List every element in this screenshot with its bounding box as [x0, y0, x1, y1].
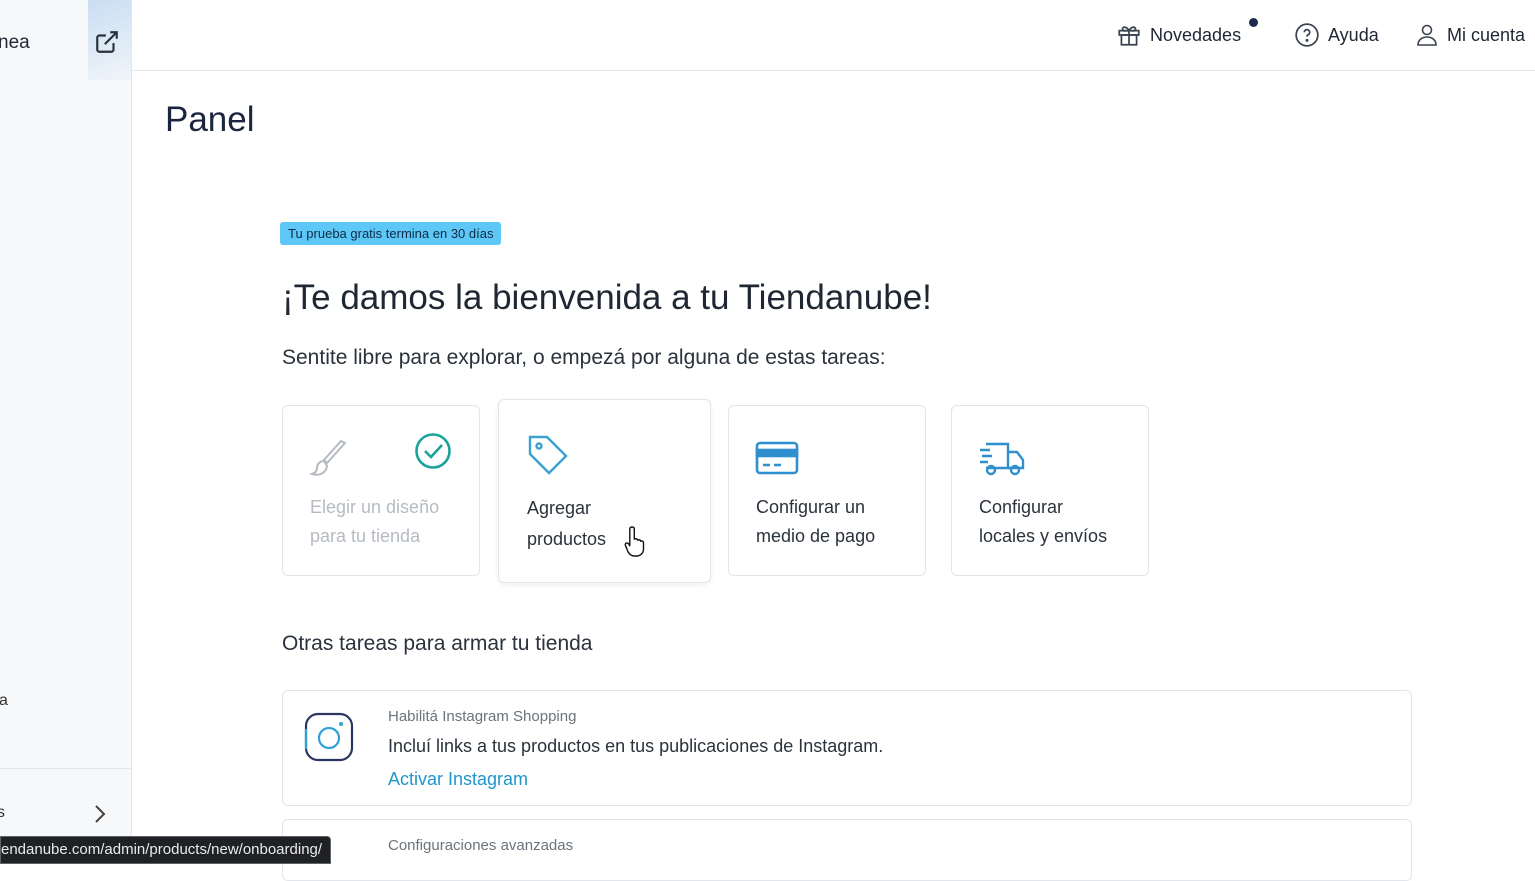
task-card-payment[interactable]: Configurar un medio de pago [728, 405, 926, 576]
tag-icon [528, 435, 568, 475]
sidebar-item-partial[interactable]: a [0, 692, 8, 710]
chevron-right-icon[interactable] [92, 804, 108, 824]
task-title: Habilitá Instagram Shopping [388, 708, 577, 725]
sidebar-divider [0, 768, 131, 769]
novedades-label: Novedades [1150, 24, 1242, 45]
task-description: Incluí links a tus productos en tus publ… [388, 736, 884, 756]
check-circle-icon [415, 433, 451, 469]
sidebar-item-bottom[interactable]: s [0, 804, 5, 822]
help-icon [1295, 23, 1319, 47]
task-advanced-settings[interactable]: Configuraciones avanzadas [282, 819, 1412, 881]
user-icon [1417, 24, 1437, 46]
instagram-icon [304, 712, 354, 762]
card-label: Configurar locales y envíos [979, 493, 1107, 551]
notification-dot [1249, 18, 1258, 27]
account-button[interactable]: Mi cuenta [1415, 22, 1525, 48]
help-label: Ayuda [1328, 24, 1379, 45]
paintbrush-icon [309, 439, 347, 476]
card-label-line2: medio de pago [756, 526, 876, 546]
welcome-subtitle: Sentite libre para explorar, o empezá po… [282, 346, 886, 369]
hand-cursor-icon [624, 526, 645, 557]
account-label: Mi cuenta [1447, 24, 1526, 45]
novedades-button[interactable]: Novedades [1116, 22, 1241, 48]
sidebar: nea a s [0, 0, 132, 864]
gift-icon [1118, 26, 1140, 46]
card-label-line1: Agregar [527, 498, 592, 518]
other-tasks-heading: Otras tareas para armar tu tienda [282, 632, 593, 655]
task-instagram: Habilitá Instagram Shopping Incluí links… [282, 690, 1412, 806]
task-card-products[interactable]: Agregar productos [498, 399, 711, 583]
top-bar: Novedades Ayuda Mi cuenta [132, 0, 1535, 71]
activate-instagram-link[interactable]: Activar Instagram [388, 769, 528, 790]
trial-badge: Tu prueba gratis termina en 30 días [280, 222, 502, 245]
card-label: Elegir un diseño para tu tienda [310, 493, 439, 551]
card-label-line2: locales y envíos [979, 526, 1108, 546]
external-link-icon[interactable] [94, 29, 120, 55]
sidebar-item-store-online[interactable]: nea [0, 32, 30, 54]
credit-card-icon [755, 441, 799, 475]
card-label: Configurar un medio de pago [756, 493, 875, 551]
welcome-heading: ¡Te damos la bienvenida a tu Tiendanube! [282, 278, 932, 317]
card-label-line1: Elegir un diseño [310, 497, 440, 517]
card-label-line1: Configurar [979, 497, 1064, 517]
task-title: Configuraciones avanzadas [388, 837, 574, 854]
truck-icon [980, 442, 1025, 476]
card-label-line2: para tu tienda [310, 526, 421, 546]
help-button[interactable]: Ayuda [1294, 22, 1379, 48]
page-title: Panel [165, 100, 255, 139]
task-card-design[interactable]: Elegir un diseño para tu tienda [282, 405, 480, 576]
card-label-line1: Configurar un [756, 497, 866, 517]
card-label-line2: productos [527, 529, 607, 549]
card-label: Agregar productos [527, 493, 606, 555]
browser-status-url: endanube.com/admin/products/new/onboardi… [0, 836, 332, 864]
task-card-shipping[interactable]: Configurar locales y envíos [951, 405, 1149, 576]
